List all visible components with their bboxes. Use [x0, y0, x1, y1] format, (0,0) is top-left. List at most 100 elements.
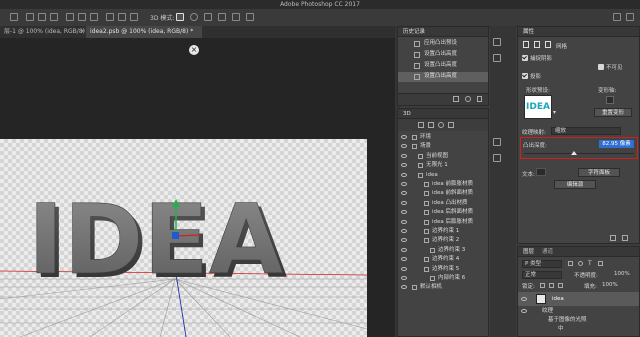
scene-tree-item[interactable]: 场景 [398, 142, 488, 151]
mask-icon[interactable] [622, 235, 628, 241]
search-icon[interactable] [613, 13, 621, 21]
scene-tree-item[interactable]: 当前视图 [398, 152, 488, 161]
tab-channels[interactable]: 通道 [542, 247, 553, 256]
align-left-icon[interactable] [26, 13, 34, 21]
pan-icon[interactable] [204, 13, 212, 21]
tab-layers[interactable]: 图层 [523, 247, 534, 256]
material-filter-icon[interactable] [438, 122, 444, 128]
shape-preset-thumbnail[interactable]: IDEA [524, 95, 552, 119]
scene-tree-item[interactable]: 边界约束 4 [398, 255, 488, 264]
distribute-icon[interactable] [130, 13, 138, 21]
align-right-icon[interactable] [50, 13, 58, 21]
scene-tree-item[interactable]: idea 后膨胀材质 [398, 218, 488, 227]
filter-shape-icon[interactable] [598, 261, 603, 266]
scene-tree-item[interactable]: idea 凸出材质 [398, 199, 488, 208]
layer-row-idea[interactable]: idea [518, 292, 639, 306]
layer-sub-row[interactable]: 纹理 [518, 307, 639, 316]
cap-mode-icon[interactable] [545, 41, 551, 48]
capture-shadow-checkbox[interactable] [522, 55, 528, 61]
reset-deform-button[interactable]: 重置变形 [594, 108, 632, 117]
visibility-eye-icon[interactable] [401, 200, 407, 205]
distribute-icon[interactable] [106, 13, 114, 21]
visibility-eye-icon[interactable] [401, 276, 407, 280]
cast-shadow-checkbox[interactable] [522, 73, 528, 79]
actions-icon[interactable] [493, 54, 501, 62]
camera-icon[interactable] [246, 13, 254, 21]
visibility-eye-icon[interactable] [401, 229, 407, 233]
lock-pixels-icon[interactable] [540, 283, 545, 288]
layer-filter-select[interactable]: P 类型 [522, 260, 562, 268]
character-panel-button[interactable]: 字符面板 [578, 168, 620, 177]
visibility-eye-icon[interactable] [401, 191, 407, 196]
visibility-eye-icon[interactable] [401, 182, 407, 186]
distribute-icon[interactable] [118, 13, 126, 21]
scene-tree-item[interactable]: idea 前膨胀材质 [398, 180, 488, 189]
visibility-eye-icon[interactable] [401, 285, 407, 290]
blend-mode-select[interactable]: 正常 [522, 271, 562, 279]
scene-tree-item[interactable]: 环境 [398, 133, 488, 142]
deform-mode-icon[interactable] [534, 41, 540, 48]
lock-position-icon[interactable] [549, 283, 554, 288]
visibility-eye-icon[interactable] [401, 210, 407, 215]
align-center-icon[interactable] [38, 13, 46, 21]
visibility-eye-icon[interactable] [401, 153, 407, 158]
render-icon[interactable] [610, 235, 616, 241]
filter-adjust-icon[interactable] [578, 261, 583, 266]
visibility-eye-icon[interactable] [401, 238, 407, 243]
snapshot-icon[interactable] [453, 96, 459, 102]
layer-sub-row[interactable]: 基于图像的光照 [518, 316, 639, 325]
scene-tree-item[interactable]: 默认相机 [398, 283, 488, 292]
opacity-value[interactable]: 100% [614, 271, 630, 277]
roll-icon[interactable] [190, 13, 198, 21]
filter-pixel-icon[interactable] [568, 261, 573, 266]
visibility-eye-icon[interactable] [401, 163, 407, 168]
move-icon[interactable] [10, 13, 18, 21]
layer-sub-row[interactable]: 中 [518, 325, 639, 334]
extrusion-slider-thumb[interactable] [570, 151, 577, 155]
visibility-eye-icon[interactable] [401, 144, 407, 149]
invisible-checkbox[interactable] [598, 64, 604, 70]
history-icon[interactable] [493, 38, 501, 46]
visibility-eye-icon[interactable] [401, 257, 407, 262]
edit-source-button[interactable]: 编辑源 [554, 180, 596, 189]
scene-tree-item[interactable]: 边界约束 1 [398, 227, 488, 236]
properties-tab[interactable]: 属性 [518, 27, 639, 37]
scene-tree-item[interactable]: 无限光 1 [398, 161, 488, 170]
scene-filter-icon[interactable] [418, 122, 424, 128]
visibility-eye-icon[interactable] [401, 135, 407, 139]
history-item[interactable]: 设置凸出高度 [398, 61, 488, 71]
visibility-eye-icon[interactable] [521, 297, 527, 301]
close-3d-icon[interactable]: × [189, 45, 199, 55]
workspace-icon[interactable] [626, 13, 634, 21]
canvas-area[interactable]: × IDEA IDEA [0, 38, 395, 337]
visibility-eye-icon[interactable] [521, 309, 527, 313]
deform-axis-icon[interactable] [606, 96, 614, 104]
trash-icon[interactable] [477, 96, 482, 102]
fill-value[interactable]: 100% [602, 282, 618, 288]
texture-mapping-select[interactable]: 缩放 [551, 127, 621, 135]
document-canvas[interactable]: IDEA IDEA [0, 139, 367, 337]
align-bottom-icon[interactable] [90, 13, 98, 21]
3d-icon[interactable] [493, 138, 501, 146]
visibility-eye-icon[interactable] [401, 266, 407, 271]
mesh-filter-icon[interactable] [428, 122, 434, 128]
preset-dropdown-icon[interactable]: ▾ [553, 109, 556, 116]
scale-icon[interactable] [232, 13, 240, 21]
scene-tree-item[interactable]: 边界约束 3 [398, 246, 488, 255]
history-item[interactable]: 设置凸出高度 [398, 72, 488, 82]
orbit-icon[interactable] [176, 13, 184, 21]
extrusion-slider-track[interactable] [524, 151, 634, 155]
visibility-eye-icon[interactable] [401, 247, 407, 252]
tab-document-2[interactable]: idea2.psb @ 100% (idea, RGB/8) * [86, 26, 202, 38]
close-icon[interactable]: × [80, 28, 85, 35]
tab-document-1[interactable]: 层-1 @ 100% (idea, RGB/8) * [0, 26, 90, 38]
filter-type-icon[interactable]: T [588, 260, 592, 267]
history-item[interactable]: 应用凸出预设 [398, 39, 488, 49]
visibility-eye-icon[interactable] [401, 172, 407, 177]
slide-icon[interactable] [218, 13, 226, 21]
scene-tree-item[interactable]: idea 前斜面材质 [398, 189, 488, 198]
lock-all-icon[interactable] [558, 283, 563, 288]
layers-comp-icon[interactable] [493, 154, 501, 162]
3d-scene[interactable]: IDEA IDEA [0, 139, 367, 337]
scene-tree-item[interactable]: 边界约束 2 [398, 236, 488, 245]
